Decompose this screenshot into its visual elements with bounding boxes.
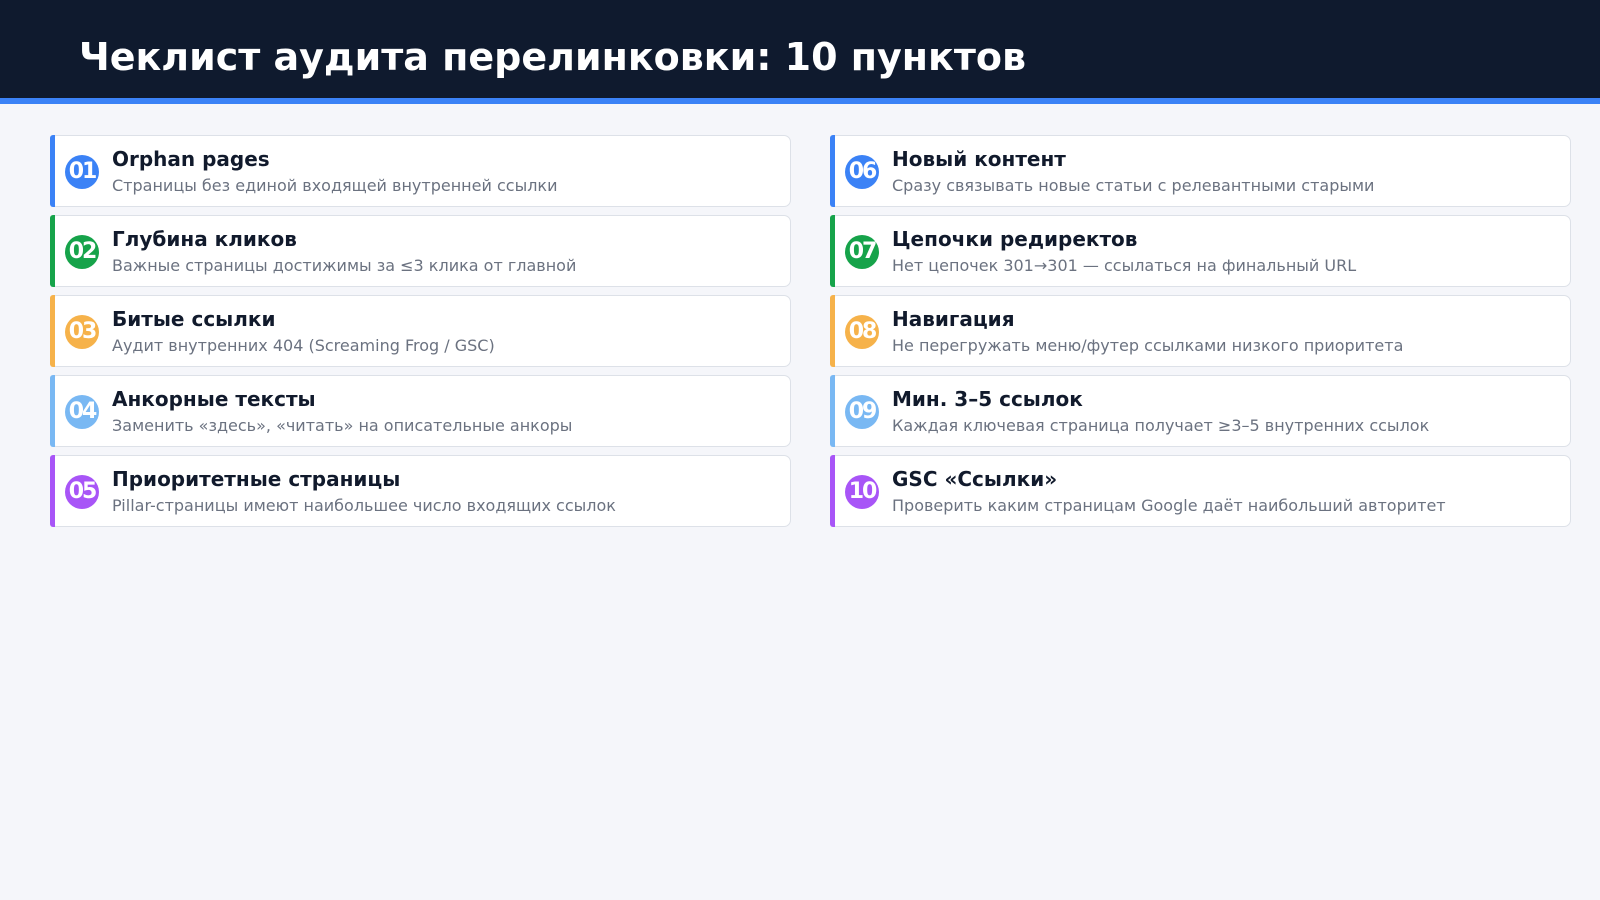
accent-bar xyxy=(830,375,835,447)
checklist-item: 01 Orphan pages Страницы без единой вход… xyxy=(50,135,791,207)
accent-bar xyxy=(50,135,55,207)
item-title: Цепочки редиректов xyxy=(892,227,1138,251)
item-title: Приоритетные страницы xyxy=(112,467,401,491)
item-description: Аудит внутренних 404 (Screaming Frog / G… xyxy=(112,336,495,355)
accent-bar xyxy=(830,135,835,207)
item-number-badge: 09 xyxy=(845,395,879,429)
accent-bar xyxy=(830,295,835,367)
accent-bar xyxy=(50,295,55,367)
item-number-badge: 08 xyxy=(845,315,879,349)
item-description: Каждая ключевая страница получает ≥3–5 в… xyxy=(892,416,1430,435)
item-number-badge: 03 xyxy=(65,315,99,349)
item-number-badge: 06 xyxy=(845,155,879,189)
accent-bar xyxy=(50,375,55,447)
checklist-column-right: 06 Новый контент Сразу связывать новые с… xyxy=(830,135,1571,535)
item-title: Мин. 3–5 ссылок xyxy=(892,387,1083,411)
item-description: Нет цепочек 301→301 — ссылаться на финал… xyxy=(892,256,1357,275)
header: Чеклист аудита перелинковки: 10 пунктов xyxy=(0,0,1600,104)
checklist-item: 02 Глубина кликов Важные страницы достиж… xyxy=(50,215,791,287)
accent-bar xyxy=(50,215,55,287)
item-title: GSC «Ссылки» xyxy=(892,467,1058,491)
checklist-item: 04 Анкорные тексты Заменить «здесь», «чи… xyxy=(50,375,791,447)
item-description: Сразу связывать новые статьи с релевантн… xyxy=(892,176,1375,195)
item-title: Orphan pages xyxy=(112,147,270,171)
item-number-badge: 04 xyxy=(65,395,99,429)
item-title: Глубина кликов xyxy=(112,227,297,251)
item-description: Заменить «здесь», «читать» на описательн… xyxy=(112,416,573,435)
item-number-badge: 10 xyxy=(845,475,879,509)
item-description: Важные страницы достижимы за ≤3 клика от… xyxy=(112,256,577,275)
accent-bar xyxy=(830,455,835,527)
accent-bar xyxy=(830,215,835,287)
checklist-item: 09 Мин. 3–5 ссылок Каждая ключевая стран… xyxy=(830,375,1571,447)
item-title: Анкорные тексты xyxy=(112,387,316,411)
item-title: Навигация xyxy=(892,307,1015,331)
item-description: Не перегружать меню/футер ссылками низко… xyxy=(892,336,1404,355)
page-title: Чеклист аудита перелинковки: 10 пунктов xyxy=(79,35,1026,79)
checklist-item: 08 Навигация Не перегружать меню/футер с… xyxy=(830,295,1571,367)
checklist-item: 07 Цепочки редиректов Нет цепочек 301→30… xyxy=(830,215,1571,287)
item-description: Проверить каким страницам Google даёт на… xyxy=(892,496,1446,515)
checklist-column-left: 01 Orphan pages Страницы без единой вход… xyxy=(50,135,791,535)
item-number-badge: 07 xyxy=(845,235,879,269)
checklist-item: 05 Приоритетные страницы Pillar-страницы… xyxy=(50,455,791,527)
item-number-badge: 02 xyxy=(65,235,99,269)
item-title: Битые ссылки xyxy=(112,307,276,331)
checklist-item: 03 Битые ссылки Аудит внутренних 404 (Sc… xyxy=(50,295,791,367)
item-title: Новый контент xyxy=(892,147,1066,171)
item-number-badge: 01 xyxy=(65,155,99,189)
item-description: Страницы без единой входящей внутренней … xyxy=(112,176,558,195)
item-number-badge: 05 xyxy=(65,475,99,509)
item-description: Pillar-страницы имеют наибольшее число в… xyxy=(112,496,616,515)
accent-bar xyxy=(50,455,55,527)
checklist-item: 06 Новый контент Сразу связывать новые с… xyxy=(830,135,1571,207)
checklist-item: 10 GSC «Ссылки» Проверить каким страница… xyxy=(830,455,1571,527)
